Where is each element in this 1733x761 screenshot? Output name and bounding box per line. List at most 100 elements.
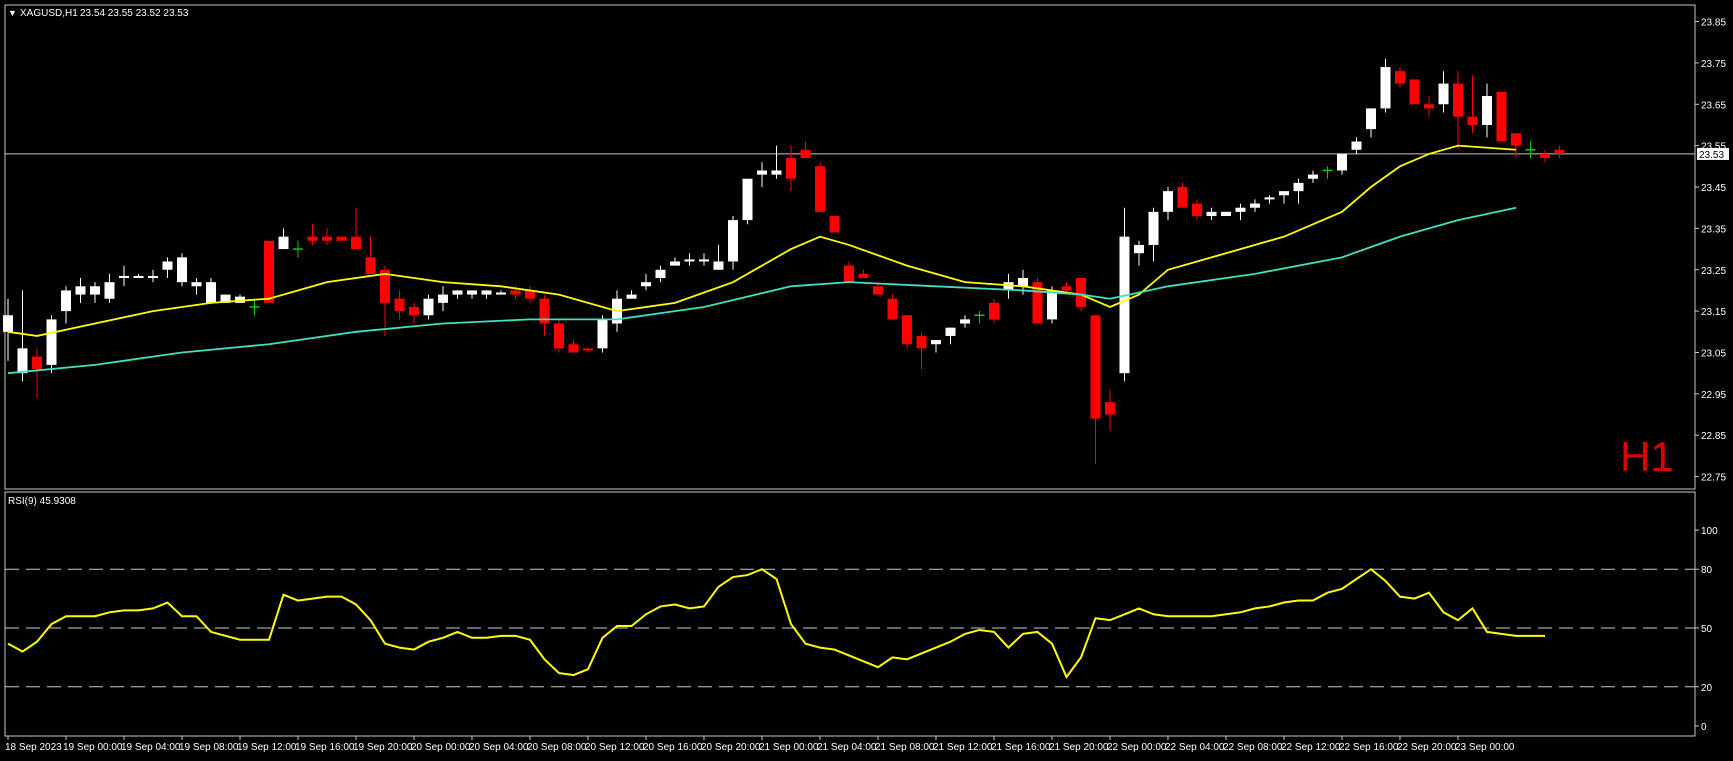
candle-body [1134, 244, 1144, 254]
candle-body [278, 236, 289, 250]
candle-body [510, 290, 521, 295]
time-tick-label: 22 Sep 00:00 [1107, 742, 1167, 753]
candle-body [1424, 104, 1434, 109]
time-tick-label: 21 Sep 12:00 [933, 742, 993, 753]
candle-body [960, 319, 970, 324]
candle-body [336, 236, 347, 241]
rsi-tick-label: 80 [1701, 565, 1713, 576]
candle-body [713, 261, 724, 270]
candle-body [1264, 197, 1275, 200]
candle-body [916, 335, 927, 349]
svg-text:23.53: 23.53 [1699, 150, 1724, 161]
candle-body [1337, 153, 1347, 171]
trading-chart[interactable]: 23.85 23.75 23.65 23.55 23.45 23.35 23.25 23.15… [0, 0, 1733, 756]
time-tick-label: 19 Sep 16:00 [295, 742, 355, 753]
candle-body [1163, 191, 1173, 212]
rsi-tick-label: 0 [1701, 722, 1707, 733]
price-tick-label: 23.85 [1701, 18, 1726, 29]
candle-body [75, 286, 86, 295]
time-tick-label: 22 Sep 20:00 [1397, 742, 1457, 753]
candle-body [945, 327, 956, 336]
candle [46, 315, 57, 374]
candle-body [1482, 96, 1492, 125]
time-tick-label: 19 Sep 00:00 [63, 742, 123, 753]
candle-body [1453, 83, 1463, 117]
time-tick-label: 19 Sep 12:00 [237, 742, 297, 753]
time-tick-label: 21 Sep 16:00 [991, 742, 1051, 753]
candle-body [177, 257, 187, 283]
candle-body [887, 298, 898, 320]
candle-body [1177, 187, 1188, 208]
candle-body [32, 356, 42, 370]
candle-body [1409, 79, 1420, 105]
price-tick-label: 23.45 [1701, 183, 1726, 194]
time-tick-label: 20 Sep 04:00 [469, 742, 529, 753]
ohlc-quote: 23.54 23.55 23.52 23.53 [80, 8, 189, 19]
candle-body [670, 261, 680, 266]
candle-body [989, 302, 999, 320]
candle-body [1105, 402, 1115, 415]
rsi-title: RSI(9) 45.9308 [8, 496, 76, 507]
candle-body [438, 294, 448, 303]
time-tick-label: 21 Sep 00:00 [759, 742, 819, 753]
candle-body [873, 286, 883, 295]
price-tick-label: 23.25 [1701, 266, 1726, 277]
candle-body [3, 315, 13, 332]
candle-body [1438, 83, 1449, 105]
time-tick-label: 19 Sep 08:00 [179, 742, 239, 753]
candle [829, 215, 840, 233]
candle [1221, 211, 1231, 216]
candle [742, 178, 753, 225]
price-tick-label: 23.75 [1701, 59, 1726, 70]
candle-body [1076, 278, 1086, 307]
candle-body [61, 290, 71, 312]
candle [1496, 91, 1507, 142]
candle-body [452, 290, 463, 295]
rsi-tick-label: 100 [1701, 526, 1718, 537]
candle-body [554, 323, 564, 349]
candle-body [133, 275, 144, 279]
candle-body [322, 236, 332, 241]
candle-body [699, 259, 709, 262]
time-tick-label: 19 Sep 04:00 [121, 742, 181, 753]
candle-body [307, 236, 318, 241]
candle-body [1279, 191, 1289, 196]
candle-body [728, 220, 738, 262]
candle-body [1061, 286, 1072, 291]
candle-body [641, 282, 651, 287]
candle-body [1395, 71, 1405, 84]
time-tick-label: 23 Sep 00:00 [1455, 742, 1515, 753]
candle-body [844, 265, 854, 283]
candle-body [597, 319, 608, 349]
candle-body [786, 158, 796, 179]
candle-body [1380, 67, 1391, 109]
time-tick-label: 20 Sep 00:00 [411, 742, 471, 753]
candle [336, 236, 347, 241]
candle-body [423, 298, 434, 316]
candle-body [409, 306, 419, 316]
candle-body [1293, 182, 1304, 192]
time-tick-label: 21 Sep 04:00 [817, 742, 877, 753]
candle-body [815, 166, 825, 212]
chart-canvas[interactable]: 23.8523.7523.6523.5523.4523.3523.2523.15… [0, 0, 1733, 756]
candle-body [1206, 211, 1217, 216]
price-tick-label: 23.05 [1701, 348, 1726, 359]
candle-body [771, 170, 782, 175]
candle [177, 253, 187, 287]
time-tick-label: 20 Sep 20:00 [701, 742, 761, 753]
time-tick-label: 22 Sep 12:00 [1281, 742, 1341, 753]
price-tick-label: 22.75 [1701, 473, 1726, 484]
candle-body [1235, 207, 1246, 212]
collapse-arrow-icon[interactable]: ▼ [8, 8, 17, 18]
candle-body [1047, 290, 1057, 320]
candle-body [104, 282, 115, 299]
time-tick-label: 19 Sep 20:00 [353, 742, 413, 753]
rsi-tick-label: 50 [1701, 624, 1713, 635]
candle-body [1366, 108, 1376, 130]
price-tick-label: 22.85 [1701, 431, 1726, 442]
candle-body [1018, 278, 1028, 287]
candle-body [351, 236, 361, 250]
candle-body [90, 286, 100, 295]
candle-body [829, 215, 840, 233]
candle-body [1496, 91, 1507, 142]
